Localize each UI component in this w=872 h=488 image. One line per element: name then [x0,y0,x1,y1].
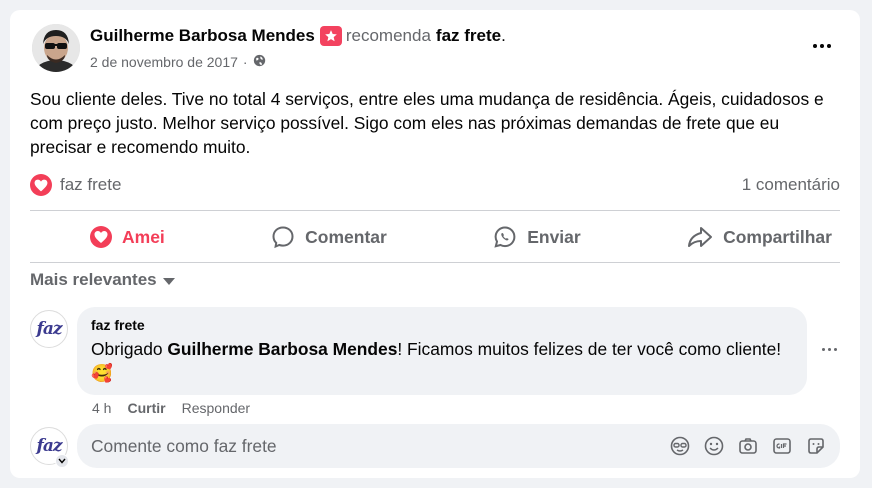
speech-bubble-icon [272,226,294,249]
camera-icon[interactable] [738,436,758,456]
sticker-icon[interactable] [806,436,826,456]
whatsapp-icon [494,226,516,248]
post-meta: 2 de novembro de 2017 · [90,54,266,70]
comment-text-start: Obrigado [91,339,168,359]
meta-separator: · [242,54,248,70]
post-card: Guilherme Barbosa Mendes recomenda faz f… [10,10,860,478]
reply-button[interactable]: Responder [182,400,251,416]
recommend-star-icon [319,26,342,46]
share-button[interactable]: Compartilhar [687,225,832,249]
comment-text-end: ! Ficamos muitos felizes de ter você com… [397,339,782,359]
chevron-down-icon[interactable] [55,454,69,468]
like-comment-button[interactable]: Curtir [127,400,165,416]
header-period: . [501,26,506,45]
divider [30,262,840,263]
author-avatar[interactable] [32,24,80,72]
comment-count[interactable]: 1 comentário [742,175,840,195]
comment-bubble: faz frete Obrigado Guilherme Barbosa Men… [77,307,807,395]
comment-mention[interactable]: Guilherme Barbosa Mendes [167,339,397,359]
comment-time[interactable]: 4 h [92,400,111,416]
reaction-by: faz frete [60,175,122,194]
comment-composer [77,424,840,468]
comment-label: Comentar [305,226,387,247]
reactions-summary[interactable]: faz frete [30,174,121,196]
share-arrow-icon [688,227,713,247]
avatar-sticker-icon[interactable] [670,436,690,456]
recommends-text: recomenda [345,26,431,45]
sort-label: Mais relevantes [30,270,157,289]
recommended-page-name[interactable]: faz frete [436,26,501,46]
love-button[interactable]: Amei [90,226,165,248]
emoji-icon[interactable] [704,436,724,456]
post-date[interactable]: 2 de novembro de 2017 [90,54,238,70]
comment-more-options-icon[interactable] [822,348,837,351]
more-options-icon[interactable] [810,36,834,56]
gif-icon[interactable] [772,436,792,456]
author-name[interactable]: Guilherme Barbosa Mendes [90,26,315,46]
commenter-avatar[interactable]: faz [30,310,68,348]
caret-down-icon [162,278,175,285]
comment-text: Obrigado Guilherme Barbosa Mendes! Ficam… [91,337,793,385]
comment-author[interactable]: faz frete [91,317,793,333]
comment-sort-dropdown[interactable]: Mais relevantes [30,270,175,290]
love-label: Amei [122,226,165,247]
comment-button[interactable]: Comentar [271,225,387,249]
send-label: Enviar [527,226,581,247]
action-bar: Amei Comentar Enviar Compartilhar [30,212,840,262]
globe-icon [253,54,266,70]
composer-icons [670,436,826,456]
comment-actions: 4 h Curtir Responder [92,400,250,416]
share-label: Compartilhar [723,226,832,247]
love-icon [90,226,112,248]
divider [30,210,840,211]
love-icon [30,174,52,196]
smiling-face-hearts-icon: 🥰 [91,363,113,383]
post-header: Guilherme Barbosa Mendes recomenda faz f… [90,26,506,46]
send-button[interactable]: Enviar [493,225,581,249]
post-text: Sou cliente deles. Tive no total 4 servi… [30,89,824,157]
comment-input[interactable] [91,435,670,457]
